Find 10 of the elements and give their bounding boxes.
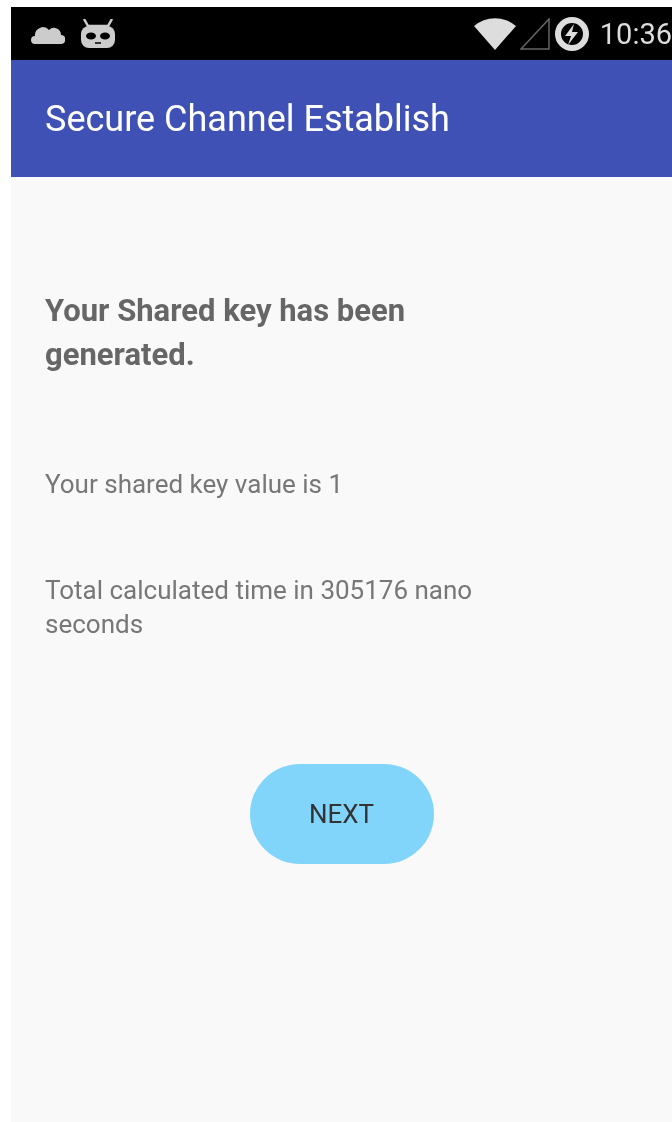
info-text: Total calculated time in 305176 nano seconds [45, 574, 474, 641]
info-text: Your shared key value is 1 [45, 468, 345, 501]
clock-time: 10:36 [599, 16, 672, 51]
robot-head-icon [79, 18, 117, 49]
heading-text: Your Shared key has been generated. [45, 291, 407, 375]
battery-charging-icon [553, 15, 590, 52]
app-title: Secure Channel Establish [45, 97, 450, 140]
next-button[interactable]: NEXT [249, 764, 434, 864]
signal-icon [519, 17, 550, 50]
wifi-icon [473, 17, 516, 50]
